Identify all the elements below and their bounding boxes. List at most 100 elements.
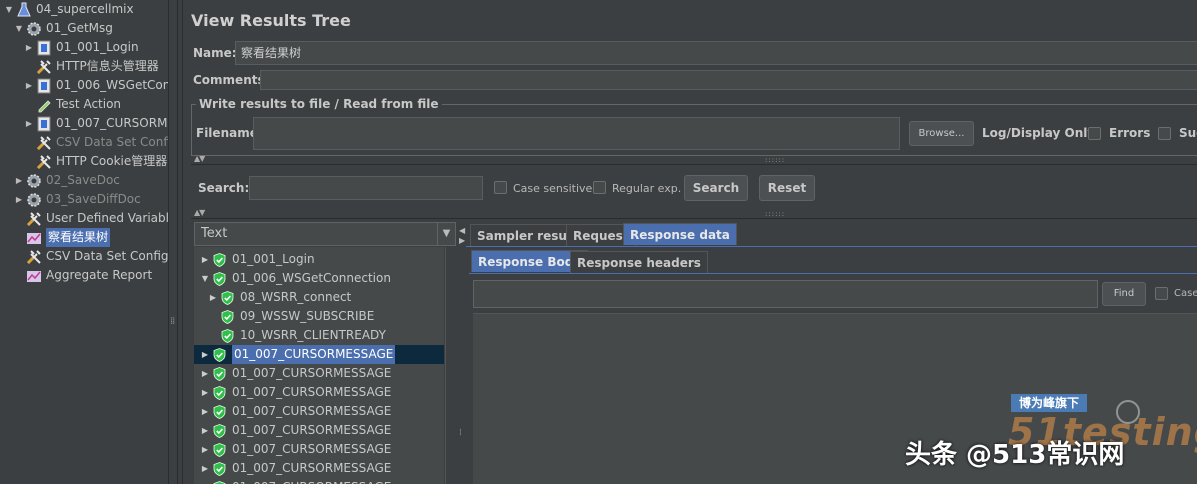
page-title: View Results Tree bbox=[191, 11, 351, 30]
result-item[interactable]: 10_WSRR_CLIENTREADY bbox=[208, 326, 386, 345]
search-input[interactable] bbox=[249, 176, 483, 200]
tree-item[interactable]: User Defined Variable bbox=[14, 209, 168, 228]
result-item[interactable]: ▶ 01_007_CURSORMESSAGE bbox=[200, 459, 391, 478]
subtab-underline bbox=[469, 273, 1197, 274]
comments-field[interactable] bbox=[260, 70, 1197, 90]
expand-arrow-icon[interactable]: ▶ bbox=[24, 76, 34, 95]
tree-item-label: 察看结果树 bbox=[46, 228, 111, 247]
file-fieldset-legend: Write results to file / Read from file bbox=[196, 97, 442, 111]
reset-button[interactable]: Reset bbox=[759, 175, 815, 201]
search-button[interactable]: Search bbox=[684, 175, 748, 201]
collapse-arrow-icon[interactable]: ▼ bbox=[4, 0, 14, 19]
split-handle-icon[interactable]: :::::: bbox=[765, 156, 785, 164]
tree-item[interactable]: ▼ 01_GetMsg bbox=[14, 19, 113, 38]
collapse-arrow-icon[interactable]: ▼ bbox=[200, 269, 210, 288]
gear-icon bbox=[26, 21, 42, 37]
successes-checkbox[interactable] bbox=[1158, 127, 1171, 140]
success-shield-icon bbox=[221, 309, 234, 324]
errors-checkbox[interactable] bbox=[1088, 127, 1101, 140]
tree-item[interactable]: CSV Data Set Config bbox=[14, 247, 168, 266]
tree-item[interactable]: ▶ 03_SaveDiffDoc bbox=[14, 190, 141, 209]
test-plan-tree[interactable]: ▼ 04_supercellmix ▼ 01_GetMsg ▶ 01_001_Login H… bbox=[0, 0, 168, 484]
renderer-select[interactable]: Text ▼ bbox=[194, 222, 456, 246]
case-sensitive-checkbox[interactable] bbox=[494, 181, 507, 194]
result-item[interactable]: ▶ 01_007_CURSORMESSAGE bbox=[200, 345, 396, 364]
expand-left-icon[interactable]: ◀ bbox=[459, 226, 465, 235]
comments-label: Comments: bbox=[193, 73, 270, 87]
collapse-up-icon[interactable]: ▲▼ bbox=[194, 208, 205, 217]
expand-arrow-icon[interactable]: ▶ bbox=[200, 459, 210, 478]
success-shield-icon bbox=[213, 404, 226, 419]
tree-item[interactable]: HTTP信息头管理器 bbox=[24, 57, 159, 76]
tree-item-label: CSV Data Set Config bbox=[56, 135, 168, 149]
expand-arrow-icon[interactable]: ▶ bbox=[200, 364, 210, 383]
results-splitter[interactable]: ◀ ▶ ⁞ bbox=[458, 222, 468, 484]
tab-response-data[interactable]: Response data bbox=[623, 223, 737, 245]
expand-arrow-icon[interactable]: ▶ bbox=[208, 288, 218, 307]
filename-label: Filename bbox=[196, 126, 258, 140]
results-tree[interactable]: ▶ 01_001_Login ▼ 01_006_WSGetConnection ▶ 08_… bbox=[194, 247, 444, 484]
success-shield-icon bbox=[213, 385, 226, 400]
tab-underline bbox=[466, 246, 1197, 247]
left-splitter[interactable]: ⁞⁞ bbox=[168, 0, 178, 484]
result-item-label: 10_WSRR_CLIENTREADY bbox=[240, 328, 386, 342]
tree-item-label: 03_SaveDiffDoc bbox=[46, 192, 141, 206]
tree-item[interactable]: HTTP Cookie管理器 bbox=[24, 152, 167, 171]
expand-arrow-icon[interactable]: ▶ bbox=[200, 345, 210, 364]
success-shield-icon bbox=[213, 480, 226, 484]
tree-item[interactable]: ▼ 04_supercellmix bbox=[4, 0, 134, 19]
expand-arrow-icon[interactable]: ▶ bbox=[200, 421, 210, 440]
expand-arrow-icon[interactable]: ▶ bbox=[200, 250, 210, 269]
tree-item[interactable]: CSV Data Set Config bbox=[24, 133, 168, 152]
response-case-label: Case bbox=[1174, 288, 1197, 299]
result-item[interactable]: ▶ 01_007_CURSORMESSAGE bbox=[200, 478, 391, 484]
tree-item[interactable]: ▶ 01_007_CURSORM bbox=[24, 114, 167, 133]
find-button[interactable]: Find bbox=[1102, 282, 1146, 306]
browse-button[interactable]: Browse... bbox=[909, 121, 974, 146]
result-item[interactable]: 09_WSSW_SUBSCRIBE bbox=[208, 307, 374, 326]
name-field[interactable]: 察看结果树 bbox=[235, 41, 1197, 65]
tree-item[interactable]: ▶ 01_006_WSGetCon bbox=[24, 76, 168, 95]
filename-input[interactable] bbox=[253, 117, 900, 150]
tree-item[interactable]: Test Action bbox=[24, 95, 121, 114]
tree-item[interactable]: Aggregate Report bbox=[14, 266, 152, 285]
expand-arrow-icon[interactable]: ▶ bbox=[24, 38, 34, 57]
result-item[interactable]: ▶ 01_007_CURSORMESSAGE bbox=[200, 402, 391, 421]
result-item-label: 08_WSRR_connect bbox=[240, 290, 352, 304]
collapse-arrow-icon[interactable]: ▼ bbox=[14, 19, 24, 38]
expand-arrow-icon[interactable]: ▶ bbox=[14, 190, 24, 209]
expand-arrow-icon[interactable]: ▶ bbox=[200, 402, 210, 421]
response-case-checkbox[interactable] bbox=[1155, 287, 1168, 300]
tree-item[interactable]: ▶ 01_001_Login bbox=[24, 38, 139, 57]
result-item[interactable]: ▶ 01_001_Login bbox=[200, 250, 315, 269]
results-scrollbar[interactable] bbox=[445, 247, 457, 484]
tree-item[interactable]: ▶ 02_SaveDoc bbox=[14, 171, 120, 190]
success-shield-icon bbox=[213, 271, 226, 286]
graph-icon bbox=[26, 268, 42, 284]
split-handle-icon[interactable]: :::::: bbox=[765, 210, 785, 218]
collapse-up-icon[interactable]: ▲▼ bbox=[194, 154, 205, 163]
response-find-input[interactable] bbox=[473, 280, 1098, 308]
tree-item[interactable]: 察看结果树 bbox=[14, 228, 111, 247]
tool-icon bbox=[36, 59, 52, 75]
tool-icon bbox=[26, 211, 42, 227]
result-item[interactable]: ▶ 01_007_CURSORMESSAGE bbox=[200, 383, 391, 402]
name-label: Name: bbox=[193, 46, 237, 60]
chevron-down-icon[interactable]: ▼ bbox=[437, 223, 455, 245]
expand-arrow-icon[interactable]: ▶ bbox=[24, 114, 34, 133]
result-item[interactable]: ▶ 01_007_CURSORMESSAGE bbox=[200, 421, 391, 440]
expand-arrow-icon[interactable]: ▶ bbox=[200, 478, 210, 484]
tab-response-headers[interactable]: Response headers bbox=[570, 251, 708, 273]
result-item[interactable]: ▶ 08_WSRR_connect bbox=[208, 288, 351, 307]
regex-checkbox[interactable] bbox=[593, 181, 606, 194]
result-item[interactable]: ▼ 01_006_WSGetConnection bbox=[200, 269, 391, 288]
expand-arrow-icon[interactable]: ▶ bbox=[14, 171, 24, 190]
result-item[interactable]: ▶ 01_007_CURSORMESSAGE bbox=[200, 364, 391, 383]
expand-arrow-icon[interactable]: ▶ bbox=[200, 440, 210, 459]
result-item-label: 01_007_CURSORMESSAGE bbox=[232, 345, 396, 364]
tool-icon bbox=[26, 249, 42, 265]
expand-arrow-icon[interactable]: ▶ bbox=[200, 383, 210, 402]
expand-right-icon[interactable]: ▶ bbox=[459, 236, 465, 245]
result-item[interactable]: ▶ 01_007_CURSORMESSAGE bbox=[200, 440, 391, 459]
result-item-label: 01_006_WSGetConnection bbox=[232, 271, 391, 285]
